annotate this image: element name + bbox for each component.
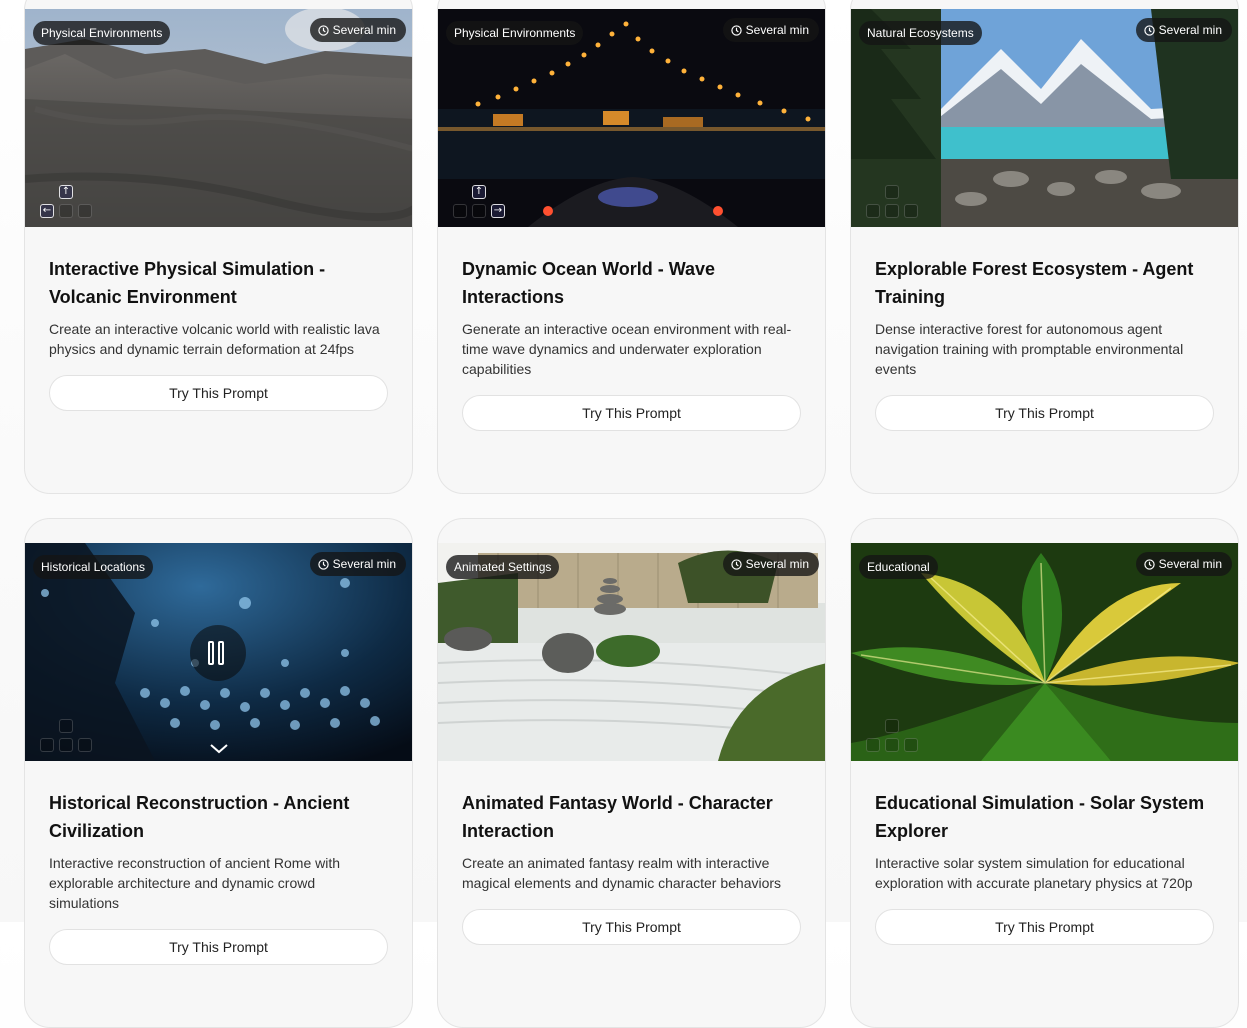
- card-title: Explorable Forest Ecosystem - Agent Trai…: [875, 259, 1194, 307]
- arrow-right-key[interactable]: [904, 204, 918, 218]
- category-tag: Historical Locations: [33, 555, 154, 579]
- arrow-left-key[interactable]: [866, 204, 880, 218]
- try-prompt-button[interactable]: Try This Prompt: [875, 395, 1214, 431]
- card-body: Dynamic Ocean World - Wave Interactions …: [462, 255, 802, 431]
- card-description: Interactive solar system simulation for …: [875, 855, 1193, 891]
- duration-badge: Several min: [722, 18, 819, 42]
- try-prompt-button[interactable]: Try This Prompt: [462, 395, 801, 431]
- card-video[interactable]: Animated Settings Several min: [438, 543, 825, 761]
- card-description: Create an animated fantasy realm with in…: [462, 855, 782, 891]
- duration-label: Several min: [332, 23, 396, 37]
- card-description: Interactive reconstruction of ancient Ro…: [49, 855, 341, 911]
- clock-icon: [730, 24, 742, 36]
- arrow-left-key[interactable]: [40, 738, 54, 752]
- duration-label: Several min: [745, 23, 809, 37]
- prompt-card: Physical Environments Several min ↑ → Dy…: [437, 0, 826, 494]
- duration-badge: Several min: [1135, 18, 1232, 42]
- card-description: Create an interactive volcanic world wit…: [49, 321, 380, 357]
- duration-label: Several min: [1158, 23, 1222, 37]
- card-body: Historical Reconstruction - Ancient Civi…: [49, 789, 389, 965]
- keyboard-controls: [40, 719, 96, 757]
- arrow-right-key[interactable]: [78, 204, 92, 218]
- arrow-left-key[interactable]: [453, 204, 467, 218]
- try-prompt-button[interactable]: Try This Prompt: [462, 909, 801, 945]
- card-title: Educational Simulation - Solar System Ex…: [875, 793, 1205, 841]
- clock-icon: [730, 558, 742, 570]
- chevron-down-icon[interactable]: [209, 743, 229, 755]
- prompt-card: Educational Several min Educational Simu…: [850, 518, 1239, 1028]
- prompt-card: Natural Ecosystems Several min Explorabl…: [850, 0, 1239, 494]
- card-video[interactable]: Physical Environments Several min ↑ →: [438, 9, 825, 227]
- category-tag: Educational: [859, 555, 938, 579]
- arrow-right-key[interactable]: [904, 738, 918, 752]
- card-video[interactable]: Physical Environments Several min ↑ ←: [25, 9, 412, 227]
- arrow-left-key[interactable]: ←: [40, 204, 54, 218]
- try-prompt-button[interactable]: Try This Prompt: [875, 909, 1214, 945]
- clock-icon: [1143, 558, 1155, 570]
- card-description: Generate an interactive ocean environmen…: [462, 321, 792, 377]
- card-title: Interactive Physical Simulation - Volcan…: [49, 259, 326, 307]
- clock-icon: [317, 558, 329, 570]
- duration-label: Several min: [745, 557, 809, 571]
- keyboard-controls: [866, 185, 922, 223]
- arrow-right-key[interactable]: →: [491, 204, 505, 218]
- arrow-left-key[interactable]: [866, 738, 880, 752]
- keyboard-controls: ↑ →: [453, 185, 509, 223]
- category-tag: Natural Ecosystems: [859, 21, 982, 45]
- duration-badge: Several min: [722, 552, 819, 576]
- card-title: Animated Fantasy World - Character Inter…: [462, 793, 773, 841]
- prompt-card: Historical Locations Several min Histori…: [24, 518, 413, 1028]
- pause-icon[interactable]: [190, 625, 246, 681]
- arrow-down-key[interactable]: [59, 738, 73, 752]
- arrow-down-key[interactable]: [885, 738, 899, 752]
- card-video[interactable]: Historical Locations Several min: [25, 543, 412, 761]
- card-body: Explorable Forest Ecosystem - Agent Trai…: [875, 255, 1215, 431]
- duration-label: Several min: [332, 557, 396, 571]
- card-title: Dynamic Ocean World - Wave Interactions: [462, 259, 716, 307]
- arrow-down-key[interactable]: [472, 204, 486, 218]
- category-tag: Physical Environments: [446, 21, 584, 45]
- prompt-card: Animated Settings Several min Animated F…: [437, 518, 826, 1028]
- duration-badge: Several min: [309, 552, 406, 576]
- prompt-card: Physical Environments Several min ↑ ← In…: [24, 0, 413, 494]
- arrow-down-key[interactable]: [59, 204, 73, 218]
- prompt-card-grid: Physical Environments Several min ↑ ← In…: [24, 0, 1239, 1028]
- try-prompt-button[interactable]: Try This Prompt: [49, 929, 388, 965]
- arrow-up-key[interactable]: [885, 185, 899, 199]
- arrow-down-key[interactable]: [885, 204, 899, 218]
- duration-label: Several min: [1158, 557, 1222, 571]
- card-title: Historical Reconstruction - Ancient Civi…: [49, 793, 350, 841]
- keyboard-controls: ↑ ←: [40, 185, 96, 223]
- arrow-up-key[interactable]: [885, 719, 899, 733]
- keyboard-controls: [866, 719, 922, 757]
- category-tag: Physical Environments: [33, 21, 171, 45]
- card-description: Dense interactive forest for autonomous …: [875, 321, 1184, 377]
- arrow-up-key[interactable]: ↑: [472, 185, 486, 199]
- try-prompt-button[interactable]: Try This Prompt: [49, 375, 388, 411]
- clock-icon: [1143, 24, 1155, 36]
- arrow-up-key[interactable]: ↑: [59, 185, 73, 199]
- card-video[interactable]: Educational Several min: [851, 543, 1238, 761]
- card-video[interactable]: Natural Ecosystems Several min: [851, 9, 1238, 227]
- duration-badge: Several min: [309, 18, 406, 42]
- arrow-right-key[interactable]: [78, 738, 92, 752]
- duration-badge: Several min: [1135, 552, 1232, 576]
- clock-icon: [317, 24, 329, 36]
- card-body: Interactive Physical Simulation - Volcan…: [49, 255, 389, 411]
- category-tag: Animated Settings: [446, 555, 560, 579]
- arrow-up-key[interactable]: [59, 719, 73, 733]
